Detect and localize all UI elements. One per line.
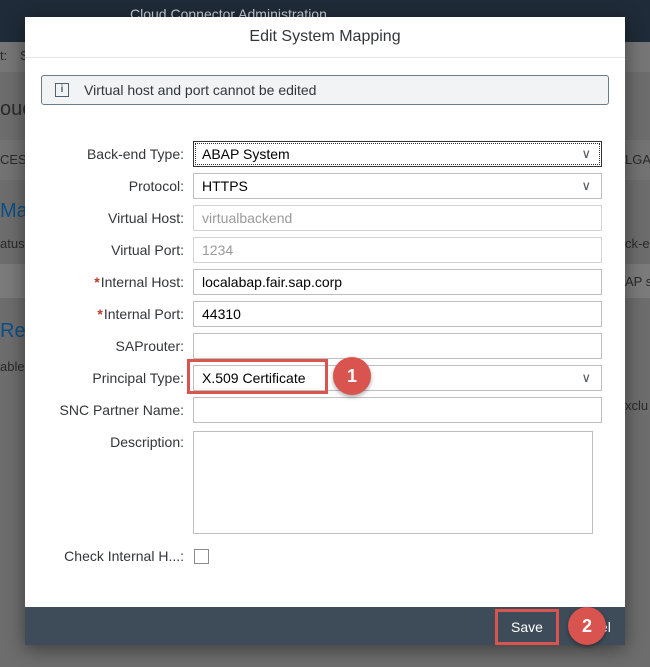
chevron-down-icon: ∨	[581, 370, 591, 385]
protocol-value: HTTPS	[202, 178, 248, 194]
internal-port-label: *Internal Port:	[97, 306, 184, 322]
snc-partner-row: SNC Partner Name:	[25, 397, 625, 423]
internal-port-row: *Internal Port: 44310	[25, 301, 625, 327]
check-internal-host-checkbox[interactable]	[194, 549, 209, 564]
virtual-port-field: 1234	[193, 237, 602, 263]
internal-host-label: *Internal Host:	[94, 274, 184, 290]
bg-fragment: AP s	[625, 274, 650, 289]
snc-partner-label: SNC Partner Name:	[59, 402, 184, 418]
backend-type-value: ABAP System	[202, 146, 290, 162]
bg-fragment: LGAT	[625, 152, 650, 167]
check-internal-host-label: Check Internal H...:	[64, 548, 184, 564]
protocol-label: Protocol:	[128, 178, 184, 194]
step-badge-2: 2	[568, 607, 606, 645]
chevron-down-icon: ∨	[581, 178, 591, 193]
step-badge-1: 1	[333, 357, 371, 395]
backend-type-select[interactable]: ABAP System ∨	[193, 141, 602, 167]
required-marker: *	[94, 274, 100, 290]
required-marker: *	[97, 306, 103, 322]
saprouter-row: SAProuter:	[25, 333, 625, 359]
description-textarea[interactable]	[193, 431, 593, 534]
virtual-port-label: Virtual Port:	[111, 242, 184, 258]
info-icon: i	[55, 83, 69, 97]
bg-fragment: t:	[0, 48, 8, 63]
save-highlight	[495, 609, 559, 645]
principal-type-highlight	[187, 359, 328, 394]
virtual-host-row: Virtual Host: virtualbackend	[25, 205, 625, 231]
saprouter-input[interactable]	[193, 333, 602, 359]
bg-fragment: ck-e	[625, 236, 650, 251]
description-label: Description:	[110, 434, 184, 450]
backend-type-label: Back-end Type:	[86, 146, 184, 162]
dialog-title: Edit System Mapping	[25, 17, 625, 58]
info-message-bar: i Virtual host and port cannot be edited	[41, 75, 609, 105]
bg-fragment: atus	[0, 236, 25, 251]
snc-partner-input[interactable]	[193, 397, 602, 423]
bg-fragment: xclu	[625, 398, 649, 413]
virtual-host-field: virtualbackend	[193, 205, 602, 231]
internal-host-input[interactable]: localabap.fair.sap.corp	[193, 269, 602, 295]
check-internal-host-row: Check Internal H...:	[25, 543, 625, 569]
backend-type-row: Back-end Type: ABAP System ∨	[25, 141, 625, 167]
info-message-text: Virtual host and port cannot be edited	[84, 82, 317, 98]
internal-port-input[interactable]: 44310	[193, 301, 602, 327]
principal-type-label: Principal Type:	[92, 370, 184, 386]
chevron-down-icon: ∨	[581, 146, 591, 161]
saprouter-label: SAProuter:	[115, 338, 184, 354]
virtual-port-row: Virtual Port: 1234	[25, 237, 625, 263]
protocol-row: Protocol: HTTPS ∨	[25, 173, 625, 199]
virtual-host-label: Virtual Host:	[108, 210, 184, 226]
bg-fragment: able	[0, 359, 25, 374]
edit-system-mapping-dialog: Edit System Mapping i Virtual host and p…	[25, 17, 625, 645]
protocol-select[interactable]: HTTPS ∨	[193, 173, 602, 199]
internal-host-row: *Internal Host: localabap.fair.sap.corp	[25, 269, 625, 295]
